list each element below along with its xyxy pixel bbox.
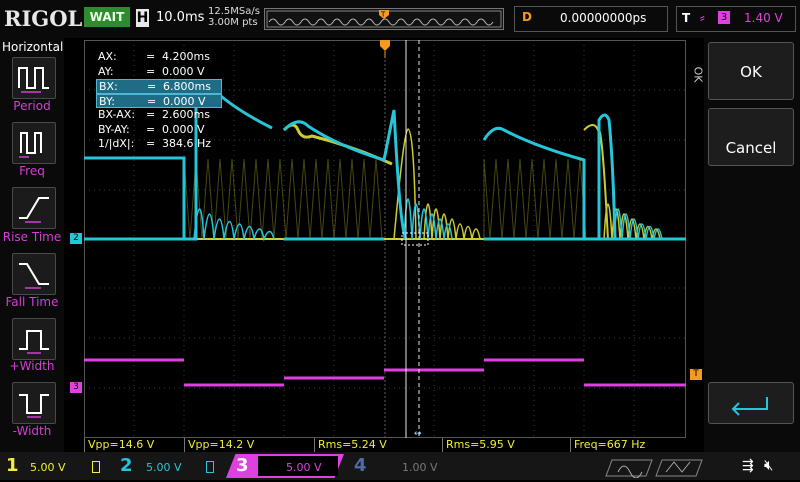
waveform-gen-status[interactable] (604, 456, 704, 479)
positive-width-icon (19, 330, 49, 354)
cursor-value: 4.200ms (162, 50, 210, 63)
cursor-key: BX: (99, 80, 118, 93)
delay-label: D (522, 10, 532, 24)
freq-button[interactable] (12, 122, 56, 164)
cursor-value: 0.000 V (162, 122, 205, 136)
ch4-number[interactable]: 4 (354, 455, 367, 476)
rise-time-label: Rise Time (2, 230, 62, 244)
horizontal-label: H (136, 9, 149, 27)
cursor-eq: = (147, 94, 157, 108)
ch3-offset-marker[interactable]: 3 (70, 382, 82, 393)
enter-arrow-icon (731, 397, 768, 416)
trigger-label: T (682, 11, 691, 25)
memory-depth: 3.00M pts (208, 17, 258, 28)
rise-time-icon (19, 197, 49, 223)
negative-width-label: -Width (12, 424, 52, 438)
cursor-eq: = (146, 137, 156, 150)
cursor-readout-table: AX: = 4.200ms AY: = 0.000 V BX: = 6.800ms BY: = 0.0… (96, 50, 222, 152)
period-button[interactable] (12, 57, 56, 99)
ch4-scale[interactable]: 1.00 V (402, 461, 438, 474)
cursor-key: BY: (99, 94, 115, 108)
menu-title: Horizontal (2, 40, 64, 54)
cursor-row: BX-AX: = 2.600ms (96, 108, 222, 123)
trigger-source: 3 (718, 11, 730, 24)
measurement-item[interactable]: Vpp=14.2 V (184, 438, 314, 452)
usb-icon: ⇶ (742, 458, 754, 474)
cursor-eq: = (146, 64, 156, 78)
signal-generator-icon (605, 459, 703, 479)
rising-edge-icon: ⸗ (700, 10, 705, 26)
cursor-value: 0.000 V (163, 94, 206, 108)
measurement-item[interactable]: Rms=5.24 V (314, 438, 442, 452)
ok-button[interactable]: OK (708, 42, 794, 100)
svg-text:T: T (380, 11, 386, 19)
cursor-row: AX: = 4.200ms (96, 50, 222, 65)
ch2-offset-marker[interactable]: 2 (70, 233, 82, 244)
ch1-coupling-icon (92, 461, 100, 473)
measurement-item[interactable]: Rms=5.95 V (442, 438, 570, 452)
cursor-eq: = (146, 122, 156, 136)
trigger-position-marker (380, 40, 390, 51)
cursor-value: 384.6 Hz (162, 137, 212, 150)
memory-waveform-icon: T (266, 10, 502, 28)
cursor-key: 1/|dX|: (98, 137, 135, 150)
cursor-key: BY-AY: (98, 122, 130, 136)
cursor-row: BY-AY: = 0.000 V (96, 123, 222, 138)
ch1-scale[interactable]: 5.00 V (30, 461, 66, 474)
period-icon (18, 67, 49, 93)
fall-time-label: Fall Time (5, 295, 59, 309)
ch2-scale[interactable]: 5.00 V (146, 461, 182, 474)
run-state-badge[interactable]: WAIT (84, 7, 130, 27)
measurement-item[interactable]: Vpp=14.6 V (84, 438, 184, 452)
ch3-number[interactable]: 3 (236, 455, 249, 476)
cursor-row: AY: = 0.000 V (96, 65, 222, 80)
cursor-arrow-icon: ↔ (414, 429, 422, 438)
memory-overview-bar[interactable]: T (264, 8, 504, 30)
measurement-item[interactable]: Freq=667 Hz (570, 438, 700, 452)
brand-logo: RIGOL (4, 6, 83, 31)
rise-time-button[interactable] (12, 187, 56, 229)
ch3-scale[interactable]: 5.00 V (286, 461, 322, 474)
ch2-number[interactable]: 2 (120, 455, 133, 476)
positive-width-button[interactable] (12, 318, 56, 360)
fall-time-button[interactable] (12, 253, 56, 295)
cursor-value: 6.800ms (163, 80, 211, 93)
cursor-value: 0.000 V (162, 64, 205, 78)
cancel-button[interactable]: Cancel (708, 108, 794, 166)
cursor-row: 1/|dX|: = 384.6 Hz (96, 137, 222, 152)
negative-width-button[interactable] (12, 382, 56, 424)
delay-value: 0.00000000ps (560, 11, 647, 25)
fall-time-icon (19, 263, 49, 289)
ch1-number[interactable]: 1 (6, 455, 19, 476)
cursor-eq: = (147, 80, 157, 93)
cursor-value: 2.600ms (162, 108, 210, 121)
cursor-row: BX: = 6.800ms (96, 79, 222, 94)
trigger-level-marker[interactable]: T (690, 369, 702, 380)
trigger-level: 1.40 V (744, 11, 783, 25)
enter-button[interactable] (708, 382, 794, 424)
cursor-key: AY: (98, 64, 114, 78)
cursor-eq: = (146, 108, 156, 121)
timebase-value[interactable]: 10.0ms (156, 10, 204, 25)
positive-width-label: +Width (9, 359, 55, 373)
negative-width-icon (19, 394, 49, 418)
freq-icon (19, 132, 42, 158)
ch2-coupling-icon (206, 461, 214, 473)
sample-info: 12.5MSa/s 3.00M pts (208, 6, 260, 28)
period-label: Period (13, 99, 51, 113)
sample-rate: 12.5MSa/s (208, 6, 260, 17)
cursor-key: AX: (98, 50, 117, 63)
speaker-muted-icon[interactable]: 🔇︎ (764, 456, 773, 474)
measurement-bar: Vpp=14.6 V Vpp=14.2 V Rms=5.24 V Rms=5.9… (84, 438, 704, 452)
freq-label: Freq (19, 164, 45, 178)
ok-side-label: OK (691, 66, 705, 83)
cursor-key: BX-AX: (98, 108, 136, 121)
cursor-row: BY: = 0.000 V (96, 93, 222, 108)
cursor-eq: = (146, 50, 156, 63)
